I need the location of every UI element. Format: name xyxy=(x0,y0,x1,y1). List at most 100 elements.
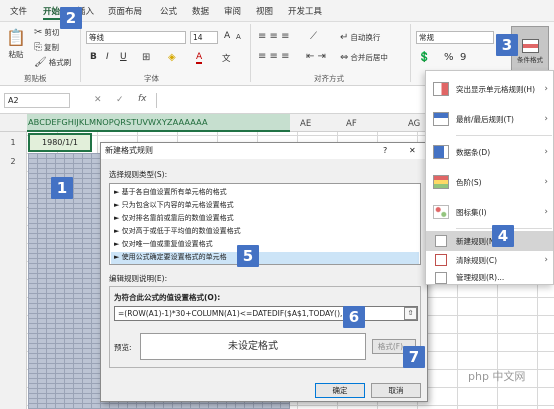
clear-rules-icon xyxy=(435,254,447,266)
ok-button[interactable]: 确定 xyxy=(315,383,365,398)
divider xyxy=(80,24,81,82)
currency-icon[interactable]: 💲 xyxy=(418,52,430,63)
dialog-title: 新建格式规则 xyxy=(101,143,427,159)
font-name-combo[interactable]: 等线 xyxy=(86,31,186,44)
formula-input[interactable]: =(ROW(A1)-1)*30+COLUMN(A1)<=DATEDIF($A$1… xyxy=(114,306,418,321)
rule-type-item[interactable]: ► 仅对排名靠前或靠后的数值设置格式 xyxy=(114,213,234,223)
paste-label: 粘贴 xyxy=(8,50,24,59)
manage-rules-icon xyxy=(435,271,447,284)
number-format-combo[interactable]: 常规 xyxy=(416,31,494,44)
conditional-format-label: 条件格式 xyxy=(517,55,543,64)
font-color-button[interactable]: A xyxy=(196,52,203,64)
name-box[interactable]: A2 xyxy=(4,93,70,108)
indent-icon[interactable]: ⇤ ⇥ xyxy=(306,51,326,62)
chevron-right-icon: › xyxy=(544,84,548,94)
menu-item-clear-rules[interactable]: 清除规则(C) › xyxy=(426,251,553,269)
angle-text-icon: ⟋ xyxy=(310,31,317,42)
rule-type-item-formula[interactable]: ► 使用公式确定要设置格式的单元格 xyxy=(111,252,419,264)
help-button[interactable]: ? xyxy=(383,146,387,155)
formula-label: 为符合此公式的值设置格式(O): xyxy=(114,293,221,302)
row-header-1[interactable]: 1 xyxy=(0,132,27,153)
brush-icon: 🖌 xyxy=(34,57,47,68)
cancel-icon[interactable]: ✕ xyxy=(94,95,102,105)
menu-item-data-bars[interactable]: 数据条(D) › xyxy=(426,139,553,165)
borders-icon[interactable]: ⊞ xyxy=(142,52,150,63)
tab-developer[interactable]: 开发工具 xyxy=(288,5,322,17)
column-header-ae[interactable]: AE xyxy=(300,119,311,129)
align-lines-icon: ≡ ≡ ≡ xyxy=(258,31,290,42)
column-header[interactable]: AA xyxy=(173,117,185,127)
conditional-format-menu: 突出显示单元格规则(H) › 最前/最后规则(T) › 数据条(D) › 色阶(S) ›… xyxy=(425,70,554,285)
row-header-2[interactable]: 2 xyxy=(0,153,27,409)
orientation-icon[interactable]: ⟋ xyxy=(310,31,317,42)
grow-font-button[interactable]: A xyxy=(224,31,230,41)
merge-center-button[interactable]: ⇔ 合并后居中 xyxy=(340,52,388,63)
column-header-af[interactable]: AF xyxy=(346,119,357,129)
tab-page-layout[interactable]: 页面布局 xyxy=(108,5,142,17)
close-icon[interactable]: ✕ xyxy=(409,146,416,155)
rule-type-list[interactable]: ► 基于各自值设置所有单元格的格式 ► 只为包含以下内容的单元格设置格式 ► 仅… xyxy=(109,183,421,265)
rule-type-item[interactable]: ► 只为包含以下内容的单元格设置格式 xyxy=(114,200,234,210)
rule-type-item[interactable]: ► 仅对高于或低于平均值的数值设置格式 xyxy=(114,226,241,236)
menu-item-manage-rules[interactable]: 管理规则(R)... xyxy=(426,269,553,286)
confirm-icon[interactable]: ✓ xyxy=(116,95,124,105)
top-bottom-rules-icon xyxy=(433,112,449,126)
tab-view[interactable]: 视图 xyxy=(256,5,273,17)
rule-type-item[interactable]: ► 仅对唯一值或重复值设置格式 xyxy=(114,239,213,249)
step-badge-4: 4 xyxy=(492,225,514,247)
new-rule-icon xyxy=(435,235,447,247)
watermark: php 中文网 xyxy=(468,370,526,383)
menu-item-label: 数据条(D) xyxy=(456,147,491,157)
menu-item-label: 突出显示单元格规则(H) xyxy=(456,84,535,94)
new-format-rule-dialog: 新建格式规则 ? ✕ 选择规则类型(S): ► 基于各自值设置所有单元格的格式 … xyxy=(100,142,428,402)
menu-item-color-scales[interactable]: 色阶(S) › xyxy=(426,169,553,195)
format-painter-button[interactable]: 🖌 格式刷 xyxy=(34,57,71,68)
italic-button[interactable]: I xyxy=(106,52,109,62)
cancel-button[interactable]: 取消 xyxy=(371,383,421,398)
clipboard-group-label: 剪贴板 xyxy=(24,74,47,83)
fx-icon[interactable]: fx xyxy=(138,94,147,104)
step-badge-3: 3 xyxy=(496,34,518,56)
icon-sets-icon xyxy=(433,205,449,219)
cut-button[interactable]: ✂ 剪切 xyxy=(34,27,59,38)
column-header[interactable]: AA xyxy=(196,117,208,127)
column-header[interactable]: W xyxy=(148,117,156,127)
merge-label: 合并后居中 xyxy=(350,53,388,62)
copy-button[interactable]: ⎘ 复制 xyxy=(34,42,59,53)
menu-item-top-bottom[interactable]: 最前/最后规则(T) › xyxy=(426,106,553,132)
left-align-icon[interactable]: ≡ ≡ ≡ xyxy=(258,51,290,62)
range-picker-icon[interactable]: ⇧ xyxy=(404,307,417,320)
rule-type-item[interactable]: ► 基于各自值设置所有单元格的格式 xyxy=(114,187,227,197)
phonetic-button[interactable]: 文 xyxy=(222,52,231,64)
column-header[interactable]: AA xyxy=(184,117,196,127)
percent-button[interactable]: % xyxy=(444,52,454,63)
chevron-right-icon: › xyxy=(544,207,548,217)
tab-file[interactable]: 文件 xyxy=(10,5,27,17)
merge-icon: ⇔ xyxy=(340,52,349,63)
column-header[interactable]: M xyxy=(89,117,96,127)
tab-data[interactable]: 数据 xyxy=(192,5,209,17)
color-scales-icon xyxy=(433,175,449,189)
bold-button[interactable]: B xyxy=(90,52,97,62)
paint-bucket-icon: ◈ xyxy=(168,52,176,63)
fill-color-icon[interactable]: ◈ xyxy=(168,52,176,63)
menu-item-highlight-rules[interactable]: 突出显示单元格规则(H) › xyxy=(426,76,553,102)
shrink-font-button[interactable]: A xyxy=(236,33,241,41)
paste-icon: 📋 xyxy=(6,28,26,47)
select-rule-type-label: 选择规则类型(S): xyxy=(109,170,168,179)
alignment-group-label: 对齐方式 xyxy=(314,74,344,83)
underline-button[interactable]: U xyxy=(120,52,127,62)
copy-label: 复制 xyxy=(44,43,59,52)
column-header-ag[interactable]: AG xyxy=(408,119,420,129)
menu-item-new-rule[interactable]: 新建规则(N)... xyxy=(426,231,553,251)
paste-button[interactable]: 📋 粘贴 xyxy=(6,28,26,60)
top-align-icon[interactable]: ≡ ≡ ≡ xyxy=(258,31,290,42)
tab-home[interactable]: 开始 xyxy=(43,5,61,20)
font-size-combo[interactable]: 14 xyxy=(190,31,218,44)
comma-button[interactable]: 9 xyxy=(460,52,466,63)
menu-item-icon-sets[interactable]: 图标集(I) › xyxy=(426,199,553,225)
tab-formulas[interactable]: 公式 xyxy=(160,5,177,17)
tab-review[interactable]: 审阅 xyxy=(224,5,241,17)
cell-a1[interactable]: 1980/1/1 xyxy=(28,133,92,152)
wrap-text-button[interactable]: ↵ 自动换行 xyxy=(340,32,380,43)
